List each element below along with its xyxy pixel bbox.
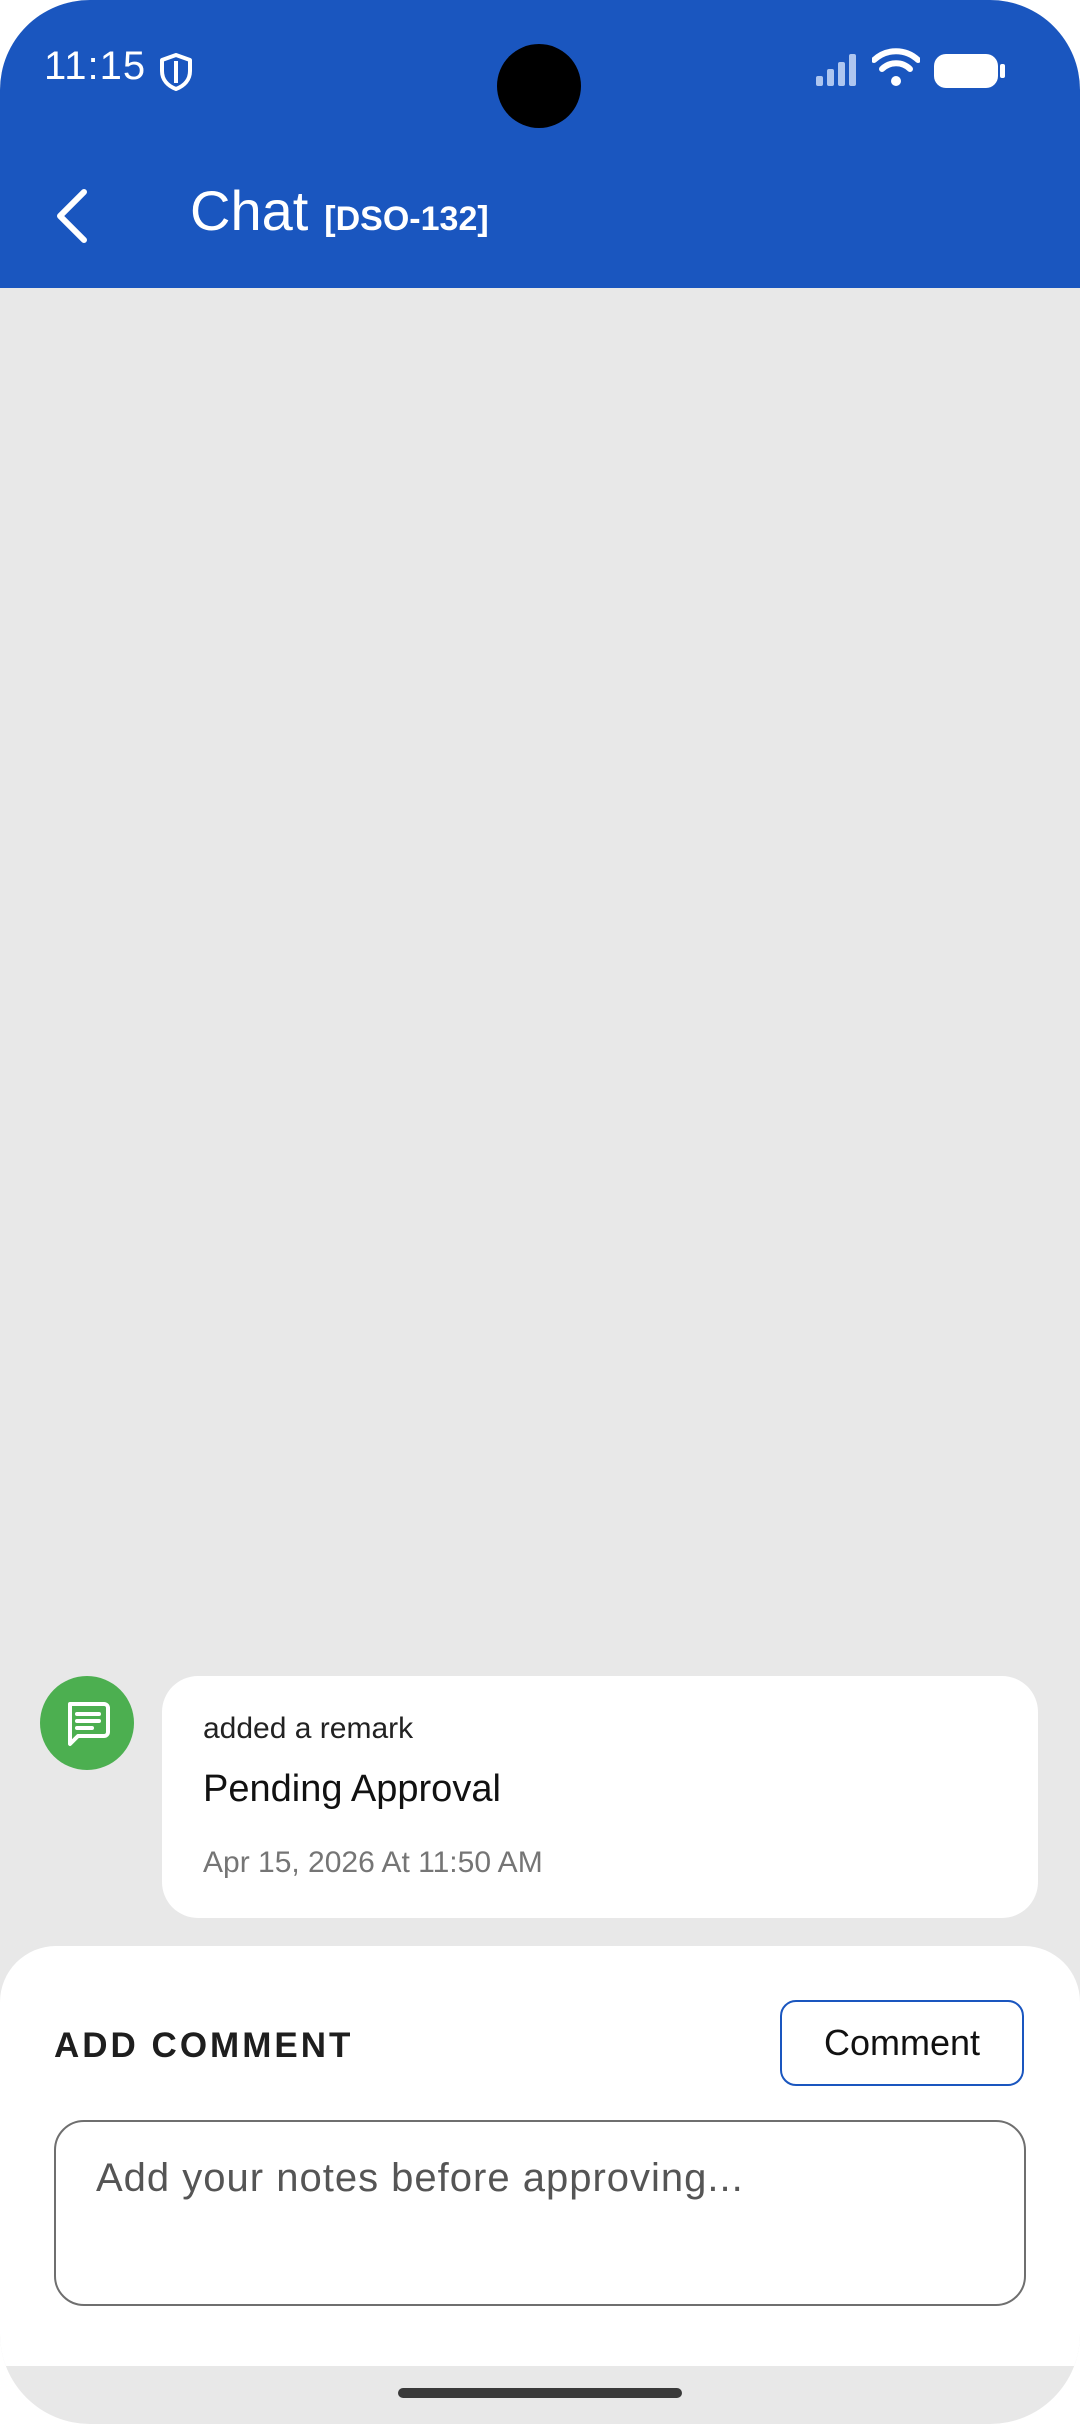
signal-icon	[816, 54, 856, 86]
title-group: Chat [DSO-132]	[190, 178, 489, 243]
comment-heading: ADD COMMENT	[54, 2026, 354, 2065]
ticket-id: [DSO-132]	[324, 200, 489, 238]
message-text: Pending Approval	[203, 1768, 501, 1810]
message-action: added a remark	[203, 1712, 414, 1745]
notes-input[interactable]	[54, 2120, 1026, 2306]
chat-message: added a remark Pending Approval Apr 15, …	[162, 1676, 1038, 1918]
status-bar: 11:15	[0, 0, 1080, 140]
status-time: 11:15	[44, 44, 147, 88]
camera-cutout	[497, 44, 581, 128]
message-icon	[68, 1702, 110, 1746]
shield-icon	[160, 53, 192, 91]
back-button[interactable]	[40, 170, 104, 258]
wifi-icon	[872, 48, 920, 86]
home-indicator[interactable]	[398, 2388, 682, 2398]
comment-panel: ADD COMMENT Comment	[0, 1946, 1080, 2366]
avatar	[40, 1676, 134, 1770]
chevron-left-icon	[57, 189, 87, 243]
page-title: Chat	[190, 179, 309, 242]
battery-icon	[934, 54, 1005, 88]
chat-screen: 11:15 Chat [DSO-132] added a remark Pend…	[0, 0, 1080, 2424]
comment-button[interactable]: Comment	[780, 2000, 1024, 2086]
app-bar: 11:15 Chat [DSO-132]	[0, 0, 1080, 288]
message-timestamp: Apr 15, 2026 At 11:50 AM	[203, 1846, 543, 1879]
